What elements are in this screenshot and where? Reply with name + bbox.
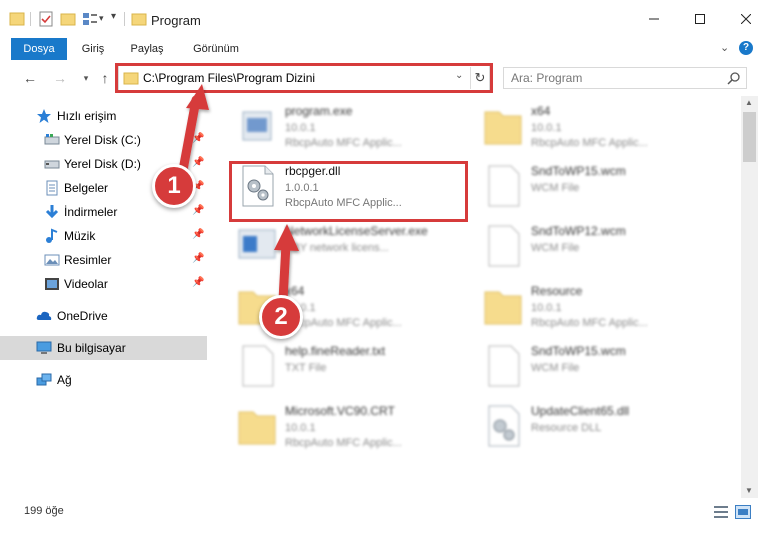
arrow-2: [274, 224, 299, 305]
step-badge-1: 1: [152, 164, 196, 208]
arrow-1: [178, 84, 209, 175]
step-badge-2: 2: [259, 295, 303, 339]
annotation-arrows: [178, 84, 299, 305]
